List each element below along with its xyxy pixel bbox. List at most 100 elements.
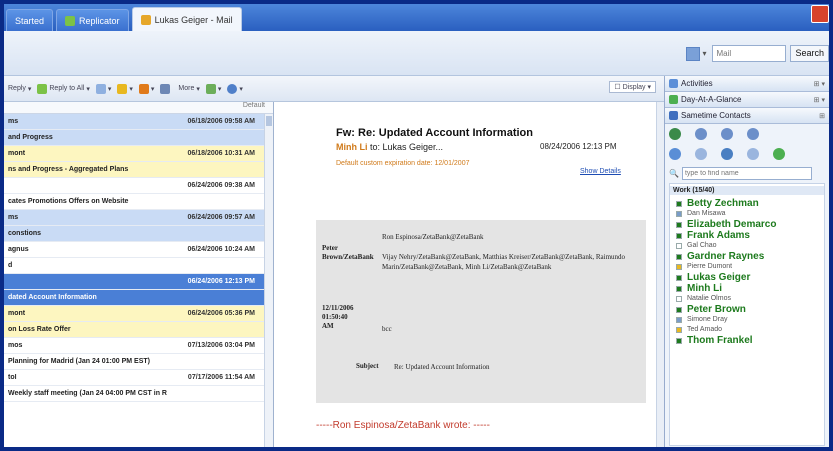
list-row[interactable]: agnus 06/24/2006 10:24 AM: [4, 242, 273, 258]
panel-menu-icon[interactable]: ⊞ ▾: [814, 80, 825, 88]
presence-icon: [676, 337, 682, 344]
flag-button[interactable]: ▾: [138, 83, 154, 94]
list-row-subject[interactable]: on Loss Rate Offer: [4, 322, 273, 338]
list-row-subject[interactable]: cates Promotions Offers on Website: [4, 194, 273, 210]
memo-date: 12/11/2006 01:50:40 AM: [322, 304, 354, 330]
tab-started[interactable]: Started: [6, 9, 54, 31]
memo-subject-label: Subject: [356, 362, 379, 370]
call-icon[interactable]: [669, 148, 681, 160]
list-row-subject[interactable]: d: [4, 258, 273, 274]
show-details-link[interactable]: Show Details: [580, 168, 621, 175]
app-window: Started Replicator Lukas Geiger - Mail ▾…: [0, 0, 833, 451]
sametime-header[interactable]: Sametime Contacts ⊞: [665, 108, 829, 124]
file-icon[interactable]: [747, 148, 759, 160]
search-tool-button[interactable]: ▾: [227, 83, 243, 94]
tools-button[interactable]: ▾: [205, 83, 221, 94]
memo-bcc: bcc: [382, 325, 392, 333]
contact-item[interactable]: Gal Chao: [670, 241, 824, 251]
reader-scrollbar[interactable]: [656, 102, 664, 447]
list-row-subject[interactable]: ns and Progress - Aggregated Plans: [4, 162, 273, 178]
list-row[interactable]: mont 06/24/2006 05:36 PM: [4, 306, 273, 322]
delete-button[interactable]: [160, 83, 172, 94]
row-date: 06/24/2006 09:38 AM: [187, 182, 255, 189]
list-row[interactable]: ms 06/18/2006 09:58 AM: [4, 114, 273, 130]
contact-item[interactable]: Dan Misawa: [670, 209, 824, 219]
row-from: tol: [8, 374, 17, 381]
tools-icon: [205, 83, 216, 94]
search-area: ▾ Search: [686, 45, 829, 62]
reply-to-all-button[interactable]: Reply to All ▾: [37, 83, 90, 94]
contact-name: Lukas Geiger: [687, 272, 751, 283]
list-sort-header[interactable]: Default: [4, 102, 273, 114]
chat-icon[interactable]: [695, 128, 707, 140]
reply-button[interactable]: Reply ▾: [8, 85, 31, 93]
sender-name[interactable]: Minh Li: [336, 142, 368, 152]
search-scope-icon[interactable]: [686, 46, 701, 61]
meeting-icon[interactable]: [721, 148, 733, 160]
contact-item[interactable]: Frank Adams: [670, 230, 824, 241]
contact-item[interactable]: Natalie Olmos: [670, 294, 824, 304]
magnifier-icon: [227, 83, 238, 94]
status-icon[interactable]: [669, 128, 681, 140]
forward-button[interactable]: ▾: [95, 83, 111, 94]
presence-icon: [676, 296, 682, 302]
search-button[interactable]: Search: [790, 45, 829, 62]
contact-group-work[interactable]: Work (15/40): [670, 186, 824, 195]
find-name-input[interactable]: [681, 167, 812, 180]
panel-menu-icon[interactable]: ⊞ ▾: [814, 96, 825, 104]
reading-pane: Fw: Re: Updated Account Information Minh…: [274, 102, 664, 447]
activities-header[interactable]: Activities ⊞ ▾: [665, 76, 829, 92]
list-row[interactable]: mont 06/18/2006 10:31 AM: [4, 146, 273, 162]
presence-icon: [676, 200, 682, 207]
list-row[interactable]: 06/24/2006 12:13 PM: [4, 274, 273, 290]
list-row-subject[interactable]: dated Account Information: [4, 290, 273, 306]
list-row[interactable]: ms 06/24/2006 09:57 AM: [4, 210, 273, 226]
message-list: Default ms 06/18/2006 09:58 AM and Progres…: [4, 102, 274, 447]
search-input[interactable]: [712, 45, 787, 62]
contact-item[interactable]: Thom Frankel: [670, 335, 824, 346]
list-row-subject[interactable]: Planning for Madrid (Jan 24 01:00 PM EST…: [4, 354, 273, 370]
contact-item[interactable]: Gardner Raynes: [670, 251, 824, 262]
settings-icon[interactable]: [747, 128, 759, 140]
tab-label: Lukas Geiger - Mail: [154, 14, 233, 25]
more-button[interactable]: More ▾: [178, 85, 199, 93]
scroll-thumb[interactable]: [266, 116, 272, 126]
list-row[interactable]: mos 07/13/2006 03:04 PM: [4, 338, 273, 354]
day-at-a-glance-header[interactable]: Day-At-A-Glance ⊞ ▾: [665, 92, 829, 108]
contact-item[interactable]: Pierre Dumont: [670, 262, 824, 272]
contact-name: Dan Misawa: [687, 210, 726, 217]
contact-item[interactable]: Lukas Geiger: [670, 272, 824, 283]
list-row[interactable]: tol 07/17/2006 11:54 AM: [4, 370, 273, 386]
recipient-text: to: Lukas Geiger...: [370, 142, 444, 152]
list-row-subject[interactable]: Weekly staff meeting (Jan 24 04:00 PM CS…: [4, 386, 273, 402]
share-icon[interactable]: [695, 148, 707, 160]
flag-icon: [138, 83, 149, 94]
tab-replicator[interactable]: Replicator: [56, 9, 129, 31]
folder-button[interactable]: ▾: [117, 83, 133, 94]
contact-item[interactable]: Ted Amado: [670, 325, 824, 335]
contact-item[interactable]: Simone Dray: [670, 315, 824, 325]
list-row-subject[interactable]: and Progress: [4, 130, 273, 146]
panel-menu-icon[interactable]: ⊞: [819, 112, 825, 120]
display-label: Display: [622, 84, 646, 91]
person-icon[interactable]: [773, 148, 785, 160]
row-subject: on Loss Rate Offer: [8, 326, 71, 333]
tab-label: Started: [15, 15, 45, 26]
contact-item[interactable]: Elizabeth Demarco: [670, 219, 824, 230]
list-row-subject[interactable]: constions: [4, 226, 273, 242]
tab-mail[interactable]: Lukas Geiger - Mail: [131, 7, 242, 31]
list-row[interactable]: 06/24/2006 09:38 AM: [4, 178, 273, 194]
sametime-toolbar-2: [665, 144, 829, 164]
add-contact-icon[interactable]: [721, 128, 733, 140]
presence-icon: [676, 264, 682, 270]
close-window-icon[interactable]: [811, 5, 829, 23]
list-scrollbar[interactable]: [264, 114, 273, 447]
contact-item[interactable]: Minh Li: [670, 283, 824, 294]
trash-icon: [160, 83, 171, 94]
contact-item[interactable]: Peter Brown: [670, 304, 824, 315]
search-icon: 🔍: [669, 169, 679, 178]
chevron-down-icon[interactable]: ▾: [702, 49, 706, 58]
contact-item[interactable]: Betty Zechman: [670, 198, 824, 209]
memo-subject: Re: Updated Account Information: [394, 363, 490, 371]
display-button[interactable]: ☐ Display ▾: [609, 81, 656, 93]
